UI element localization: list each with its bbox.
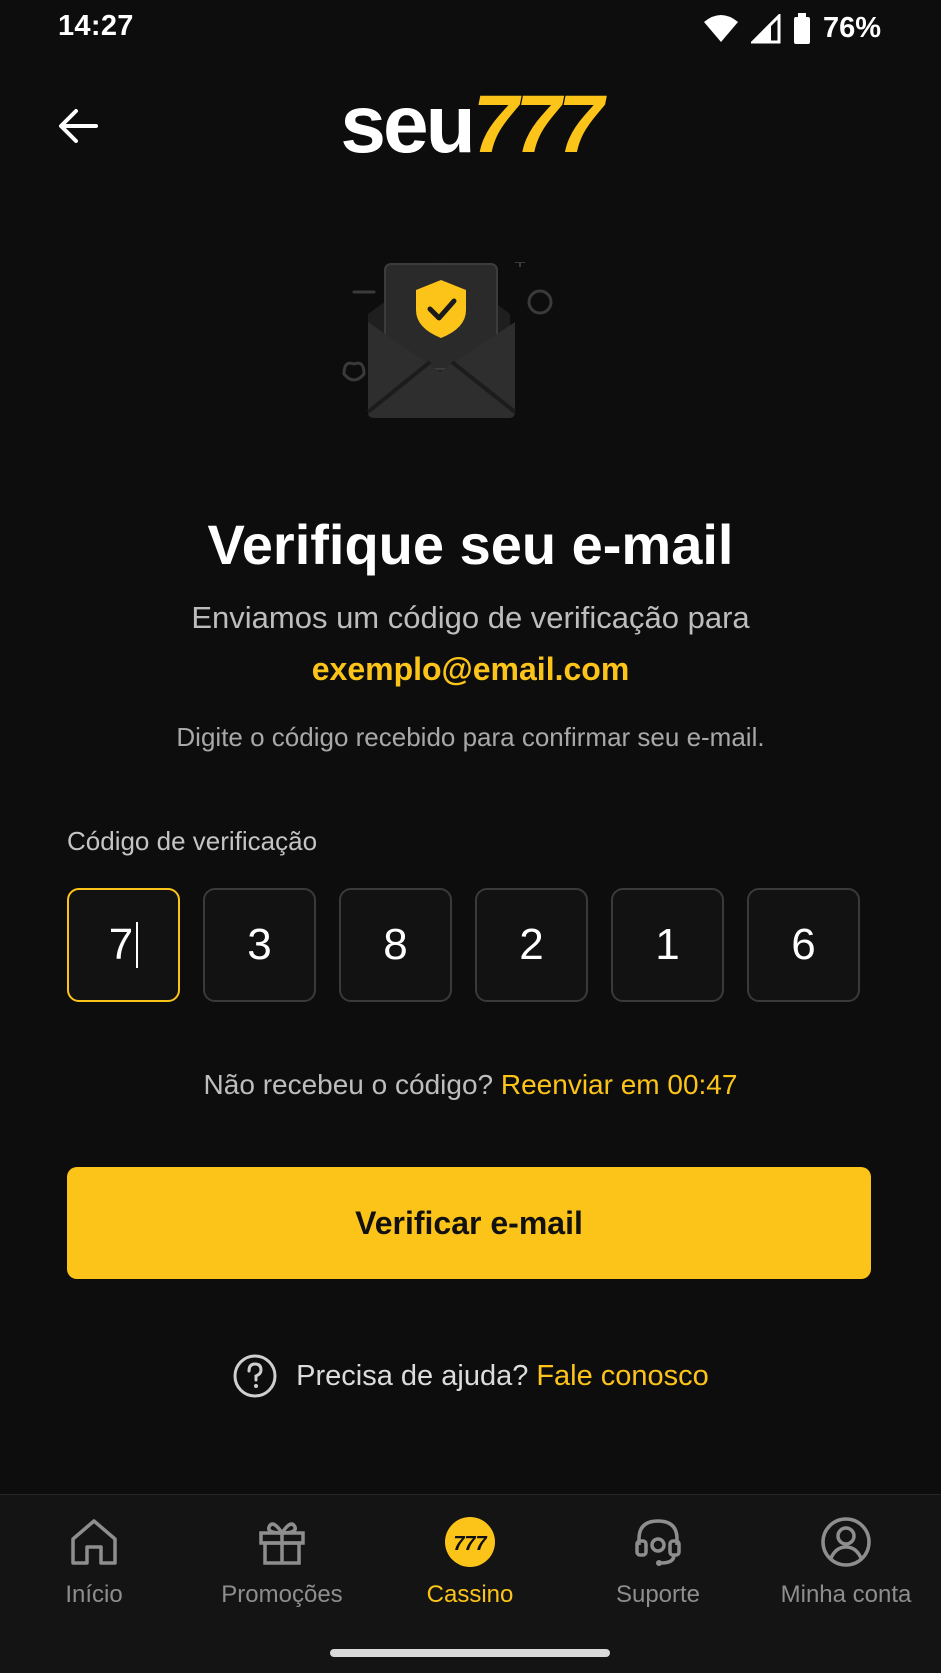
headset-icon [635,1519,681,1566]
battery-percent: 76% [822,12,881,44]
text-caret [136,922,139,968]
code-digit-value: 3 [247,920,272,969]
nav-item-suporte[interactable]: Suporte [564,1515,752,1609]
code-digit-value: 2 [519,920,544,969]
code-digit-input[interactable]: 8 [339,888,452,1002]
logo-text-white: seu [340,79,475,170]
subtitle: Enviamos um código de verificação para [191,600,750,635]
code-digit-value: 1 [655,920,680,969]
cell-signal-icon [750,13,781,43]
status-icons: 76% [703,12,881,45]
logo-text-yellow: 777 [472,79,604,170]
home-icon [71,1519,117,1565]
code-digit-input[interactable]: 2 [475,888,588,1002]
svg-text:777: 777 [453,1533,487,1555]
battery-icon [793,12,810,44]
page-title: Verifique seu e-mail [207,513,734,576]
user-circle-icon [821,1517,871,1567]
nav-item-minha-conta[interactable]: Minha conta [752,1515,940,1609]
nav-label: Minha conta [780,1581,912,1608]
contact-link[interactable]: Fale conosco [536,1360,709,1393]
resend-row: Não recebeu o código? Reenviar em 00:47 [0,1069,941,1101]
email-shield-illustration-icon [342,262,553,418]
nav-label: Suporte [615,1581,701,1608]
instruction-text: Digite o código recebido para confirmar … [176,722,765,752]
nav-label: Cassino [426,1581,514,1608]
code-digit-input[interactable]: 7 [67,888,180,1002]
home-indicator[interactable] [330,1649,610,1657]
verify-email-button[interactable]: Verificar e-mail [67,1167,871,1279]
code-digit-value: 7 [108,920,134,969]
help-row: Precisa de ajuda? Fale conosco [0,1353,941,1399]
code-label: Código de verificação [67,826,318,856]
nav-item-inicio[interactable]: Início [0,1515,188,1609]
code-digit-value: 6 [791,920,816,969]
casino-777-icon: 777 [445,1517,495,1567]
help-text: Precisa de ajuda? [296,1359,529,1392]
nav-label: Início [65,1581,123,1608]
bottom-nav: Início Promoções 777 Cassino Suporte Min… [0,1494,941,1673]
nav-item-promocoes[interactable]: Promoções [188,1515,376,1609]
help-circle-icon [233,1354,277,1398]
status-time: 14:27 [58,10,134,42]
resend-link[interactable]: Reenviar em 00:47 [501,1069,738,1100]
gift-icon [259,1522,305,1565]
nav-label: Promoções [221,1581,343,1608]
resend-question: Não recebeu o código? [203,1069,494,1100]
wifi-icon [703,14,738,42]
code-digit-input[interactable]: 1 [611,888,724,1002]
code-digit-input[interactable]: 6 [747,888,860,1002]
code-digit-value: 8 [383,920,408,969]
code-digit-input[interactable]: 3 [203,888,316,1002]
email-address: exemplo@email.com [311,651,630,687]
code-input-group: 7 3 8 2 1 6 [67,888,860,1002]
nav-item-cassino[interactable]: 777 Cassino [376,1515,564,1609]
brand-logo: seu777 [0,78,941,172]
